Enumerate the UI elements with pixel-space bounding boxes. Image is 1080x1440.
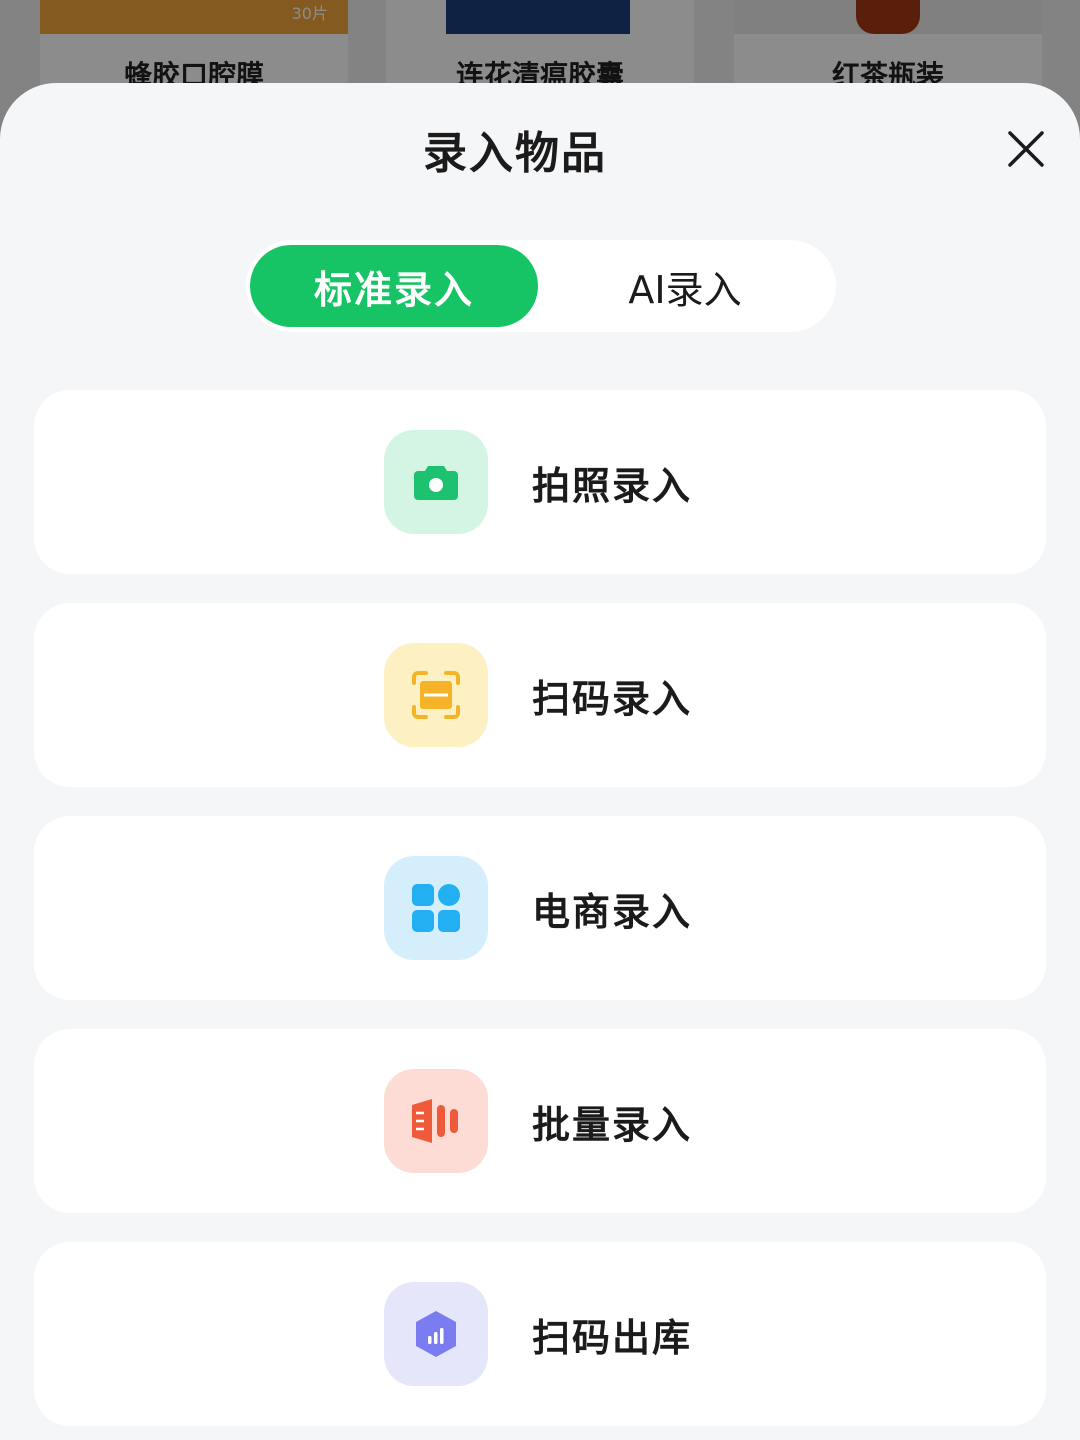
option-label: 电商录入 [532,889,693,934]
entry-mode-switch: 标准录入 AI录入 [246,240,836,332]
sheet-title: 录入物品 [423,128,607,179]
close-button[interactable] [998,121,1054,177]
grid-icon [384,856,488,960]
hexagon-chart-icon [384,1282,488,1386]
tab-standard-entry[interactable]: 标准录入 [250,245,538,327]
tab-ai-entry[interactable]: AI录入 [538,245,832,327]
ecommerce-entry-option[interactable]: 电商录入 [34,816,1046,1000]
scan-icon [384,643,488,747]
option-label: 批量录入 [532,1102,693,1147]
batch-entry-option[interactable]: 批量录入 [34,1029,1046,1213]
option-label: 扫码录入 [532,676,693,721]
scan-entry-option[interactable]: 扫码录入 [34,603,1046,787]
option-label: 扫码出库 [532,1315,693,1360]
camera-icon [384,430,488,534]
close-icon [1008,131,1044,167]
add-item-sheet: 录入物品 标准录入 AI录入 拍照录入 扫码录入 电商录入 批量录入 扫码出库 [0,83,1080,1440]
batch-icon [384,1069,488,1173]
photo-entry-option[interactable]: 拍照录入 [34,390,1046,574]
option-label: 拍照录入 [532,463,693,508]
scan-outbound-option[interactable]: 扫码出库 [34,1242,1046,1426]
